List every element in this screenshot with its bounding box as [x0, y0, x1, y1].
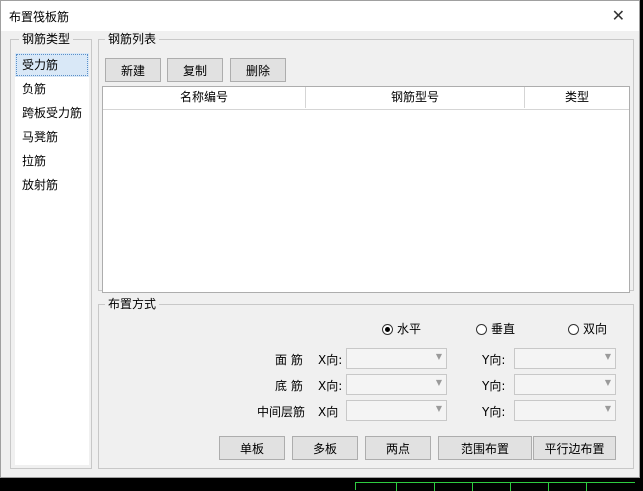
copy-button[interactable]: 复制	[167, 58, 223, 82]
rebar-table[interactable]: 名称编号 钢筋型号 类型	[102, 86, 630, 293]
top-rebar-y-select[interactable]: ▼	[514, 348, 616, 369]
radio-both-label: 双向	[583, 322, 608, 336]
parallel-edge-layout-button[interactable]: 平行边布置	[533, 436, 616, 460]
rebar-type-list: 受力筋 负筋 跨板受力筋 马凳筋 拉筋 放射筋	[15, 53, 89, 465]
chevron-down-icon: ▼	[435, 378, 442, 387]
single-board-button[interactable]: 单板	[219, 436, 285, 460]
column-header-name[interactable]: 名称编号	[103, 87, 306, 108]
close-icon[interactable]: ✕	[612, 6, 625, 25]
chevron-down-icon: ▼	[435, 352, 442, 361]
top-rebar-label: 面 筋	[275, 353, 303, 367]
column-header-type[interactable]: 类型	[525, 87, 629, 108]
bottom-rebar-y-select[interactable]: ▼	[514, 374, 616, 395]
chevron-down-icon: ▼	[604, 404, 611, 413]
radio-checked-icon	[382, 324, 393, 335]
rebar-list-legend: 钢筋列表	[105, 32, 160, 46]
middle-rebar-x-select[interactable]: ▼	[346, 400, 447, 421]
background-status-strip	[355, 482, 635, 491]
radio-vertical[interactable]: 垂直	[476, 320, 515, 337]
rebar-type-item[interactable]: 负筋	[15, 77, 89, 101]
chevron-down-icon: ▼	[604, 378, 611, 387]
bottom-rebar-x-select[interactable]: ▼	[346, 374, 447, 395]
top-rebar-x-select[interactable]: ▼	[346, 348, 447, 369]
rebar-type-item[interactable]: 拉筋	[15, 149, 89, 173]
top-rebar-x-label: X向:	[318, 353, 343, 367]
multi-board-button[interactable]: 多板	[292, 436, 358, 460]
rebar-dialog: 布置筏板筋 ✕ 钢筋类型 受力筋 负筋 跨板受力筋 马凳筋 拉筋 放射筋 钢筋列…	[0, 0, 640, 478]
new-button[interactable]: 新建	[105, 58, 161, 82]
range-layout-button[interactable]: 范围布置	[438, 436, 532, 460]
column-header-model[interactable]: 钢筋型号	[306, 87, 525, 108]
radio-both[interactable]: 双向	[568, 320, 607, 337]
middle-rebar-x-label: X向	[318, 405, 339, 419]
middle-rebar-y-select[interactable]: ▼	[514, 400, 616, 421]
chevron-down-icon: ▼	[435, 404, 442, 413]
table-header: 名称编号 钢筋型号 类型	[103, 87, 629, 110]
two-point-button[interactable]: 两点	[365, 436, 431, 460]
radio-vertical-label: 垂直	[491, 322, 516, 336]
radio-unchecked-icon	[568, 324, 579, 335]
dialog-title: 布置筏板筋	[9, 10, 70, 24]
rebar-type-item[interactable]: 放射筋	[15, 173, 89, 197]
bottom-rebar-label: 底 筋	[275, 379, 303, 393]
layout-method-legend: 布置方式	[105, 297, 160, 311]
bottom-rebar-y-label: Y向:	[482, 379, 506, 393]
radio-unchecked-icon	[476, 324, 487, 335]
top-rebar-y-label: Y向:	[482, 353, 506, 367]
radio-horizontal[interactable]: 水平	[382, 320, 421, 337]
rebar-type-item[interactable]: 受力筋	[15, 53, 89, 77]
bottom-rebar-x-label: X向:	[318, 379, 343, 393]
middle-rebar-label: 中间层筋	[257, 405, 306, 419]
rebar-type-item[interactable]: 马凳筋	[15, 125, 89, 149]
title-bar: 布置筏板筋 ✕	[1, 1, 639, 31]
middle-rebar-y-label: Y向:	[482, 405, 506, 419]
delete-button[interactable]: 删除	[230, 58, 286, 82]
rebar-type-item[interactable]: 跨板受力筋	[15, 101, 89, 125]
radio-horizontal-label: 水平	[397, 322, 422, 336]
chevron-down-icon: ▼	[604, 352, 611, 361]
rebar-type-legend: 钢筋类型	[19, 32, 74, 46]
